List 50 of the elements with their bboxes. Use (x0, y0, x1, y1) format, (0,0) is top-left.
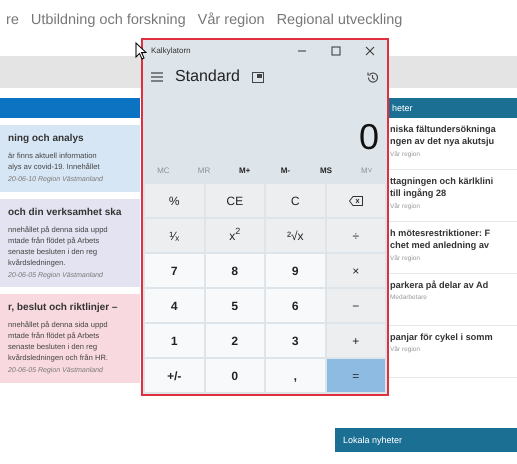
backspace-icon (348, 196, 363, 206)
news-title[interactable]: niska fältundersökninga ngen av det nya akutsju (390, 123, 517, 148)
memory-button[interactable]: M- (265, 161, 306, 181)
key-button[interactable]: ²√x (266, 219, 324, 252)
cursor-icon (135, 42, 147, 60)
nav-link[interactable]: Regional utveckling (276, 10, 402, 40)
key-button[interactable]: ÷ (326, 219, 385, 252)
key-button[interactable]: + (326, 324, 385, 357)
nav-link[interactable]: re (6, 10, 19, 40)
key-button[interactable]: 3 (266, 324, 324, 357)
card-title: r, beslut och riktlinjer – (8, 301, 118, 315)
key-button[interactable]: , (266, 359, 324, 392)
card-title: och din verksamhet ska (8, 206, 122, 220)
keep-on-top-icon[interactable] (252, 72, 264, 82)
key-button[interactable]: CE (206, 184, 264, 217)
key-button[interactable]: 2 (206, 324, 264, 357)
key-button[interactable]: 9 (266, 254, 324, 287)
local-news-heading: Lokala nyheter (335, 428, 517, 452)
key-button[interactable]: 8 (206, 254, 264, 287)
key-button[interactable]: 5 (206, 289, 264, 322)
key-button[interactable]: 4 (145, 289, 204, 322)
key-button[interactable]: × (326, 254, 385, 287)
card-title: ning och analys (8, 132, 85, 146)
key-button[interactable]: +/- (145, 359, 204, 392)
nav-link[interactable]: Vår region (198, 10, 265, 40)
news-title[interactable]: ttagningen och kärlklini till ingång 28 (390, 175, 517, 200)
key-button[interactable]: − (326, 289, 385, 322)
memory-button[interactable]: MS (306, 161, 346, 181)
history-icon[interactable] (366, 70, 379, 84)
close-icon (365, 46, 375, 56)
key-button[interactable]: x$^{2}$ (206, 219, 264, 252)
news-title[interactable]: h mötesrestriktioner: F chet med anledning av (390, 227, 517, 252)
news-title[interactable]: panjar för cykel i somm (390, 331, 517, 344)
window-title: Kalkylatorn (151, 45, 191, 57)
key-button[interactable]: C (266, 184, 324, 217)
display-value: 0 (358, 119, 379, 155)
backspace-button[interactable] (326, 184, 385, 217)
news-title[interactable]: parkera på delar av Ad (390, 279, 517, 292)
key-button[interactable]: ¹⁄ₓ (145, 219, 204, 252)
key-button[interactable]: 1 (145, 324, 204, 357)
maximize-icon (331, 46, 341, 56)
key-button[interactable]: 6 (266, 289, 324, 322)
equals-button[interactable]: = (326, 359, 385, 392)
mode-title: Standard (175, 67, 240, 87)
memory-button[interactable]: M+ (224, 161, 266, 181)
key-button[interactable]: 7 (145, 254, 204, 287)
menu-icon[interactable] (151, 72, 163, 82)
key-button[interactable]: 0 (206, 359, 264, 392)
key-button[interactable]: % (145, 184, 204, 217)
nav-link[interactable]: Utbildning och forskning (30, 10, 186, 40)
